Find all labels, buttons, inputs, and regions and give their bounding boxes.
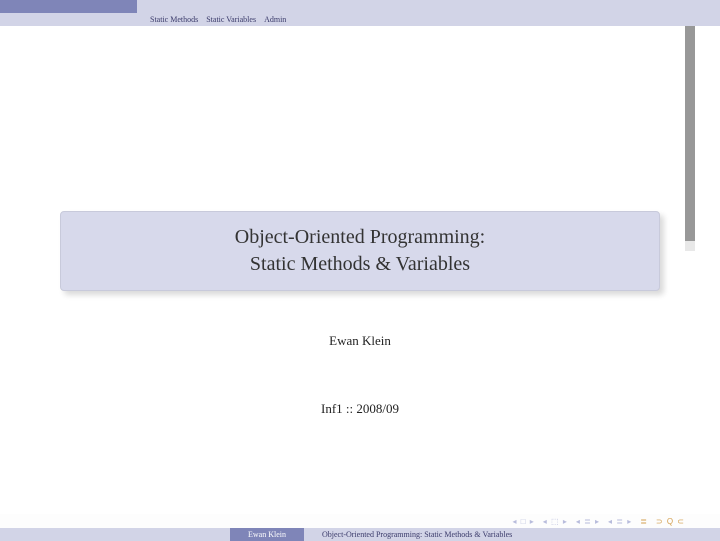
nav-undo-icon[interactable]: ⊃ Q ⊂ (656, 517, 685, 526)
nav-bar: Static Methods Static Variables Admin (0, 13, 720, 26)
top-accent-bar (0, 0, 720, 13)
nav-item-admin[interactable]: Admin (264, 15, 286, 24)
footer-bar: Ewan Klein Object-Oriented Programming: … (0, 528, 720, 541)
nav-subsection-icon[interactable]: ◂ ⬚ ▸ (543, 517, 568, 526)
title-line-2: Static Methods & Variables (81, 253, 639, 276)
nav-item-static-methods[interactable]: Static Methods (150, 15, 198, 24)
navigation-controls: ◂ □ ▸ ◂ ⬚ ▸ ◂ ≣ ▸ ◂ ≣ ▸ ≣ ⊃ Q ⊂ (0, 514, 720, 528)
author-name: Ewan Klein (60, 333, 660, 349)
footer-author: Ewan Klein (230, 528, 304, 541)
slide-body: Object-Oriented Programming: Static Meth… (0, 26, 720, 486)
nav-section-fwd-icon[interactable]: ◂ ≣ ▸ (608, 517, 632, 526)
title-line-1: Object-Oriented Programming: (81, 226, 639, 249)
top-accent-segment (0, 0, 137, 13)
footer-title: Object-Oriented Programming: Static Meth… (304, 530, 512, 539)
title-box: Object-Oriented Programming: Static Meth… (60, 211, 660, 291)
nav-frame-back-forward-icon[interactable]: ◂ □ ▸ (512, 517, 534, 526)
course-info: Inf1 :: 2008/09 (60, 401, 660, 417)
nav-item-static-variables[interactable]: Static Variables (206, 15, 256, 24)
nav-align-icon[interactable]: ≣ (640, 517, 648, 526)
nav-section-back-icon[interactable]: ◂ ≣ ▸ (576, 517, 600, 526)
